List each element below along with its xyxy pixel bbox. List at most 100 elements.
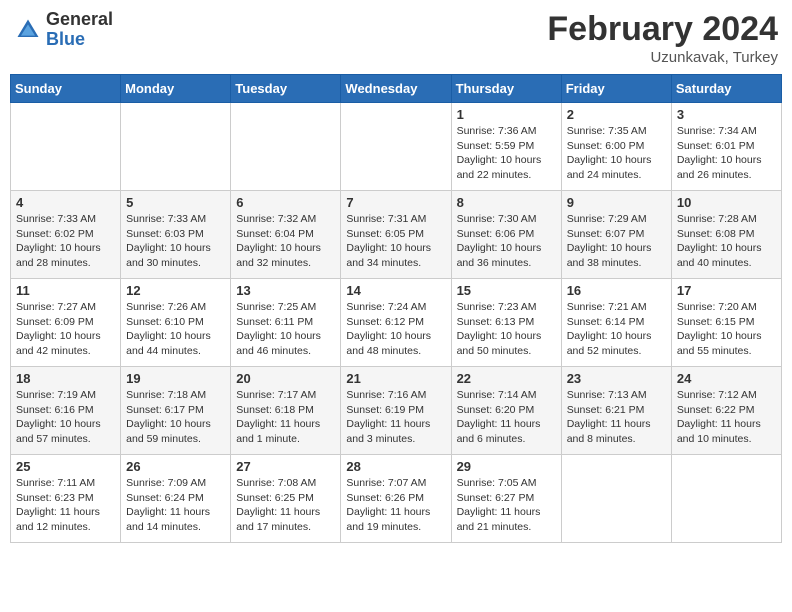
day-cell: 29Sunrise: 7:05 AM Sunset: 6:27 PM Dayli…	[451, 455, 561, 543]
day-cell: 16 Sunrise: 7:21 AM Sunset: 6:14 PM Dayli…	[561, 279, 671, 367]
day-info: Sunrise: 7:16 AM Sunset: 6:19 PM Dayligh…	[346, 388, 445, 447]
week-row-1: 4 Sunrise: 7:33 AM Sunset: 6:02 PM Daylig…	[11, 191, 782, 279]
logo-blue: Blue	[46, 30, 113, 50]
day-number: 19	[126, 371, 225, 386]
page-header: General Blue February 2024 Uzunkavak, Tu…	[10, 10, 782, 66]
day-cell: 11Sunrise: 7:27 AM Sunset: 6:09 PM Dayli…	[11, 279, 121, 367]
weekday-monday: Monday	[121, 75, 231, 103]
day-cell	[561, 455, 671, 543]
day-cell: 22 Sunrise: 7:14 AM Sunset: 6:20 PM Dayli…	[451, 367, 561, 455]
day-cell	[121, 103, 231, 191]
day-info: Sunrise: 7:26 AM Sunset: 6:10 PM Dayligh…	[126, 300, 225, 359]
day-number: 21	[346, 371, 445, 386]
day-info: Sunrise: 7:21 AM Sunset: 6:14 PM Dayligh…	[567, 300, 666, 359]
day-info: Sunrise: 7:33 AM Sunset: 6:03 PM Dayligh…	[126, 212, 225, 271]
day-cell: 14 Sunrise: 7:24 AM Sunset: 6:12 PM Dayli…	[341, 279, 451, 367]
day-number: 3	[677, 107, 776, 122]
day-info: Sunrise: 7:25 AM Sunset: 6:11 PM Dayligh…	[236, 300, 335, 359]
day-info: Sunrise: 7:24 AM Sunset: 6:12 PM Dayligh…	[346, 300, 445, 359]
weekday-wednesday: Wednesday	[341, 75, 451, 103]
day-info: Sunrise: 7:17 AM Sunset: 6:18 PM Dayligh…	[236, 388, 335, 447]
day-number: 1	[457, 107, 556, 122]
day-cell: 3 Sunrise: 7:34 AM Sunset: 6:01 PM Daylig…	[671, 103, 781, 191]
day-cell: 9 Sunrise: 7:29 AM Sunset: 6:07 PM Daylig…	[561, 191, 671, 279]
day-number: 26	[126, 459, 225, 474]
day-number: 8	[457, 195, 556, 210]
day-cell: 13 Sunrise: 7:25 AM Sunset: 6:11 PM Dayli…	[231, 279, 341, 367]
day-cell: 15Sunrise: 7:23 AM Sunset: 6:13 PM Dayli…	[451, 279, 561, 367]
day-info: Sunrise: 7:35 AM Sunset: 6:00 PM Dayligh…	[567, 124, 666, 183]
day-cell: 18Sunrise: 7:19 AM Sunset: 6:16 PM Dayli…	[11, 367, 121, 455]
day-number: 25	[16, 459, 115, 474]
day-info: Sunrise: 7:13 AM Sunset: 6:21 PM Dayligh…	[567, 388, 666, 447]
day-cell: 19 Sunrise: 7:18 AM Sunset: 6:17 PM Dayli…	[121, 367, 231, 455]
day-cell: 23 Sunrise: 7:13 AM Sunset: 6:21 PM Dayli…	[561, 367, 671, 455]
location: Uzunkavak, Turkey	[547, 49, 778, 66]
weekday-friday: Friday	[561, 75, 671, 103]
day-number: 20	[236, 371, 335, 386]
day-cell: 7Sunrise: 7:31 AM Sunset: 6:05 PM Daylig…	[341, 191, 451, 279]
day-info: Sunrise: 7:29 AM Sunset: 6:07 PM Dayligh…	[567, 212, 666, 271]
day-number: 14	[346, 283, 445, 298]
title-block: February 2024 Uzunkavak, Turkey	[547, 10, 778, 66]
day-number: 16	[567, 283, 666, 298]
day-cell	[231, 103, 341, 191]
day-cell: 8 Sunrise: 7:30 AM Sunset: 6:06 PM Daylig…	[451, 191, 561, 279]
day-info: Sunrise: 7:31 AM Sunset: 6:05 PM Dayligh…	[346, 212, 445, 271]
day-number: 11	[16, 283, 115, 298]
day-info: Sunrise: 7:09 AM Sunset: 6:24 PM Dayligh…	[126, 476, 225, 535]
weekday-thursday: Thursday	[451, 75, 561, 103]
day-info: Sunrise: 7:12 AM Sunset: 6:22 PM Dayligh…	[677, 388, 776, 447]
day-info: Sunrise: 7:08 AM Sunset: 6:25 PM Dayligh…	[236, 476, 335, 535]
week-row-4: 25 Sunrise: 7:11 AM Sunset: 6:23 PM Dayli…	[11, 455, 782, 543]
logo-general: General	[46, 10, 113, 30]
day-info: Sunrise: 7:36 AM Sunset: 5:59 PM Dayligh…	[457, 124, 556, 183]
day-number: 12	[126, 283, 225, 298]
day-cell: 28 Sunrise: 7:07 AM Sunset: 6:26 PM Dayli…	[341, 455, 451, 543]
day-info: Sunrise: 7:14 AM Sunset: 6:20 PM Dayligh…	[457, 388, 556, 447]
weekday-sunday: Sunday	[11, 75, 121, 103]
day-info: Sunrise: 7:20 AM Sunset: 6:15 PM Dayligh…	[677, 300, 776, 359]
day-info: Sunrise: 7:11 AM Sunset: 6:23 PM Dayligh…	[16, 476, 115, 535]
weekday-saturday: Saturday	[671, 75, 781, 103]
day-cell	[341, 103, 451, 191]
day-cell	[671, 455, 781, 543]
day-info: Sunrise: 7:18 AM Sunset: 6:17 PM Dayligh…	[126, 388, 225, 447]
day-info: Sunrise: 7:32 AM Sunset: 6:04 PM Dayligh…	[236, 212, 335, 271]
day-number: 9	[567, 195, 666, 210]
day-number: 17	[677, 283, 776, 298]
day-number: 22	[457, 371, 556, 386]
calendar-body: 1 Sunrise: 7:36 AM Sunset: 5:59 PM Daylig…	[11, 103, 782, 543]
day-info: Sunrise: 7:33 AM Sunset: 6:02 PM Dayligh…	[16, 212, 115, 271]
day-info: Sunrise: 7:05 AM Sunset: 6:27 PM Dayligh…	[457, 476, 556, 535]
day-number: 2	[567, 107, 666, 122]
day-number: 23	[567, 371, 666, 386]
day-cell: 10Sunrise: 7:28 AM Sunset: 6:08 PM Dayli…	[671, 191, 781, 279]
day-cell: 20 Sunrise: 7:17 AM Sunset: 6:18 PM Dayli…	[231, 367, 341, 455]
day-info: Sunrise: 7:30 AM Sunset: 6:06 PM Dayligh…	[457, 212, 556, 271]
day-cell: 1 Sunrise: 7:36 AM Sunset: 5:59 PM Daylig…	[451, 103, 561, 191]
day-number: 24	[677, 371, 776, 386]
month-year: February 2024	[547, 10, 778, 49]
day-cell: 5Sunrise: 7:33 AM Sunset: 6:03 PM Daylig…	[121, 191, 231, 279]
day-info: Sunrise: 7:07 AM Sunset: 6:26 PM Dayligh…	[346, 476, 445, 535]
day-number: 28	[346, 459, 445, 474]
day-info: Sunrise: 7:34 AM Sunset: 6:01 PM Dayligh…	[677, 124, 776, 183]
calendar-table: SundayMondayTuesdayWednesdayThursdayFrid…	[10, 74, 782, 543]
weekday-tuesday: Tuesday	[231, 75, 341, 103]
day-number: 18	[16, 371, 115, 386]
day-number: 4	[16, 195, 115, 210]
day-number: 13	[236, 283, 335, 298]
day-cell	[11, 103, 121, 191]
calendar-header: SundayMondayTuesdayWednesdayThursdayFrid…	[11, 75, 782, 103]
logo-text: General Blue	[46, 10, 113, 50]
day-cell: 2 Sunrise: 7:35 AM Sunset: 6:00 PM Daylig…	[561, 103, 671, 191]
week-row-0: 1 Sunrise: 7:36 AM Sunset: 5:59 PM Daylig…	[11, 103, 782, 191]
day-cell: 26 Sunrise: 7:09 AM Sunset: 6:24 PM Dayli…	[121, 455, 231, 543]
day-cell: 27 Sunrise: 7:08 AM Sunset: 6:25 PM Dayli…	[231, 455, 341, 543]
day-number: 27	[236, 459, 335, 474]
day-cell: 25 Sunrise: 7:11 AM Sunset: 6:23 PM Dayli…	[11, 455, 121, 543]
week-row-2: 11Sunrise: 7:27 AM Sunset: 6:09 PM Dayli…	[11, 279, 782, 367]
day-cell: 6Sunrise: 7:32 AM Sunset: 6:04 PM Daylig…	[231, 191, 341, 279]
day-cell: 24 Sunrise: 7:12 AM Sunset: 6:22 PM Dayli…	[671, 367, 781, 455]
